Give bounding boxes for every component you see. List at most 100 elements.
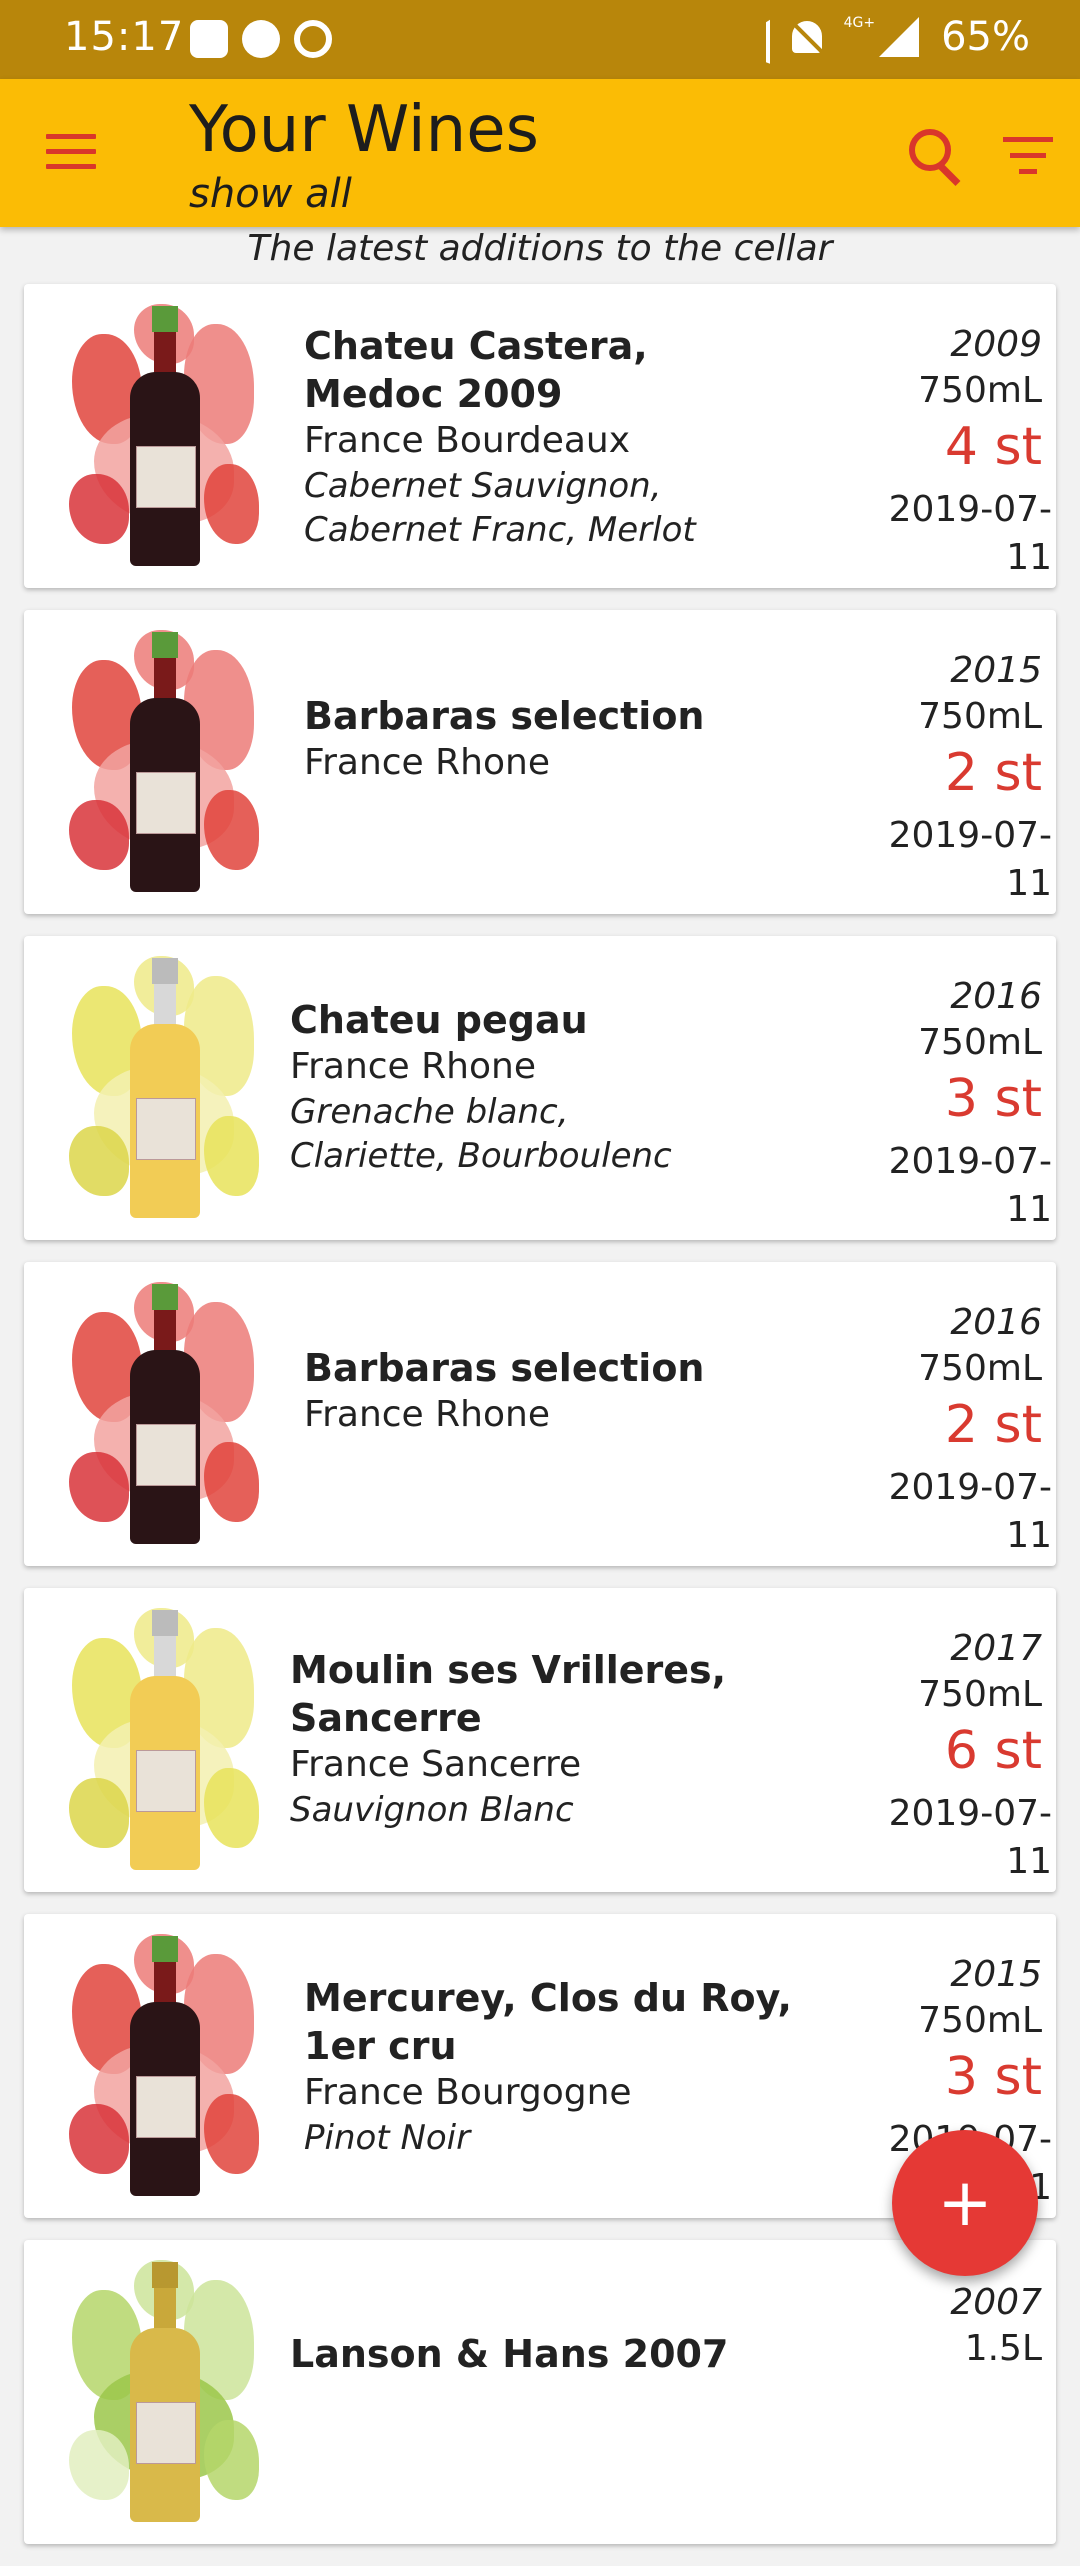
- wine-thumbnail: [64, 294, 264, 578]
- wine-name-cont: Medoc 2009: [304, 372, 563, 416]
- wine-thumbnail: [64, 620, 264, 904]
- splash-shape: [204, 2420, 259, 2500]
- section-caption: The latest additions to the cellar: [247, 228, 833, 269]
- search-icon[interactable]: [905, 125, 965, 186]
- wine-card[interactable]: Lanson & Hans 2007 2007 1.5L: [24, 2240, 1056, 2544]
- wine-grapes-cont: Cabernet Franc, Merlot: [304, 510, 696, 550]
- wine-info: Barbaras selection France Rhone: [304, 1344, 704, 1438]
- mute-icon: [791, 21, 822, 53]
- wine-card[interactable]: Chateu Castera, Medoc 2009 France Bourde…: [24, 284, 1056, 588]
- bottle-count: 2 st: [944, 1395, 1042, 1455]
- signal-icon: [879, 17, 920, 57]
- wine-info: Barbaras selection France Rhone: [304, 692, 704, 786]
- system-icons: 4G+ 65%: [743, 10, 1030, 64]
- added-date: 2019-07-11: [888, 489, 1052, 578]
- wine-thumbnail: [64, 1598, 264, 1882]
- wine-name: Barbaras selection: [304, 694, 705, 738]
- notification-icons: [190, 20, 332, 58]
- wine-year: 2009: [950, 324, 1042, 365]
- wine-name: Chateu pegau: [290, 998, 588, 1042]
- wine-meta: 2017 750mL 6 st 2019-07-11: [852, 1626, 1052, 1886]
- wine-grapes: Pinot Noir: [304, 2118, 471, 2158]
- splash-shape: [69, 2430, 129, 2500]
- menu-icon[interactable]: [46, 134, 96, 174]
- splash-shape: [204, 1442, 259, 1522]
- wine-card[interactable]: Chateu pegau France Rhone Grenache blanc…: [24, 936, 1056, 1240]
- record-icon: [294, 20, 332, 58]
- bottle-count: 3 st: [944, 1069, 1042, 1129]
- app-bar: Your Wines show all: [0, 79, 1080, 227]
- wine-meta: 2007 1.5L: [852, 2280, 1052, 2372]
- wine-card[interactable]: Barbaras selection France Rhone 2015 750…: [24, 610, 1056, 914]
- wine-region: France Rhone: [304, 1394, 550, 1435]
- wine-grapes-cont: Clariette, Bourboulenc: [290, 1136, 672, 1176]
- wine-meta: 2016 750mL 3 st 2019-07-11: [852, 974, 1052, 1234]
- splash-shape: [69, 800, 129, 870]
- wine-thumbnail: [64, 946, 264, 1230]
- bottle-count: 4 st: [944, 417, 1042, 477]
- bottle-count: 6 st: [944, 1721, 1042, 1781]
- bottle-count: 2 st: [944, 743, 1042, 803]
- wine-year: 2016: [950, 976, 1042, 1017]
- wine-card[interactable]: Barbaras selection France Rhone 2016 750…: [24, 1262, 1056, 1566]
- splash-shape: [204, 1116, 259, 1196]
- wine-info: Chateu pegau France Rhone Grenache blanc…: [290, 996, 672, 1178]
- wine-name-cont: Sancerre: [290, 1696, 482, 1740]
- wine-bottle-icon: [130, 1610, 200, 1870]
- wine-meta: 2009 750mL 4 st 2019-07-11: [852, 322, 1052, 582]
- wine-card[interactable]: Moulin ses Vrilleres, Sancerre France Sa…: [24, 1588, 1056, 1892]
- wine-year: 2016: [950, 1302, 1042, 1343]
- splash-shape: [204, 790, 259, 870]
- wine-bottle-icon: [130, 632, 200, 892]
- splash-shape: [204, 464, 259, 544]
- wine-bottle-icon: [130, 306, 200, 566]
- filter-subtitle[interactable]: show all: [189, 171, 352, 217]
- wine-info: Moulin ses Vrilleres, Sancerre France Sa…: [290, 1646, 726, 1832]
- wine-grapes: Cabernet Sauvignon,: [304, 466, 662, 506]
- added-date: 2019-07-11: [888, 1141, 1052, 1230]
- wine-thumbnail: [64, 1272, 264, 1556]
- wine-info: Mercurey, Clos du Roy, 1er cru France Bo…: [304, 1974, 792, 2160]
- status-time: 15:17: [64, 14, 185, 60]
- network-type: 4G+: [843, 15, 876, 31]
- wine-name: Mercurey, Clos du Roy,: [304, 1976, 792, 2020]
- wine-volume: 750mL: [918, 1348, 1042, 1389]
- splash-shape: [69, 1452, 129, 1522]
- splash-shape: [69, 1126, 129, 1196]
- splash-shape: [69, 2104, 129, 2174]
- wine-name: Lanson & Hans 2007: [290, 2332, 729, 2376]
- wine-meta: 2015 750mL 2 st 2019-07-11: [852, 648, 1052, 908]
- wine-bottle-icon: [130, 2262, 200, 2522]
- wine-thumbnail: [64, 1924, 264, 2208]
- added-date: 2019-07-11: [888, 815, 1052, 904]
- splash-shape: [69, 474, 129, 544]
- filter-icon[interactable]: [1000, 137, 1056, 177]
- wine-volume: 750mL: [918, 370, 1042, 411]
- plus-icon: +: [937, 2164, 993, 2241]
- added-date: 2019-07-11: [888, 1467, 1052, 1556]
- splash-shape: [69, 1778, 129, 1848]
- wine-region: France Sancerre: [290, 1744, 582, 1785]
- wine-name: Moulin ses Vrilleres,: [290, 1648, 727, 1692]
- wine-volume: 750mL: [918, 696, 1042, 737]
- wine-grapes: Grenache blanc,: [290, 1092, 569, 1132]
- wine-region: France Bourdeaux: [304, 420, 631, 461]
- wine-name-cont: 1er cru: [304, 2024, 457, 2068]
- wine-meta: 2016 750mL 2 st 2019-07-11: [852, 1300, 1052, 1560]
- wine-region: France Bourgogne: [304, 2072, 632, 2113]
- wine-region: France Rhone: [290, 1046, 536, 1087]
- bluetooth-icon: [743, 10, 770, 64]
- wine-bottle-icon: [130, 1936, 200, 2196]
- wine-volume: 1.5L: [964, 2328, 1042, 2369]
- wine-bottle-icon: [130, 958, 200, 1218]
- splash-shape: [204, 1768, 259, 1848]
- wine-name: Chateu Castera,: [304, 324, 648, 368]
- wine-bottle-icon: [130, 1284, 200, 1544]
- app-notification-icon: [190, 20, 228, 58]
- add-wine-button[interactable]: +: [892, 2130, 1038, 2276]
- wine-name: Barbaras selection: [304, 1346, 705, 1390]
- wine-thumbnail: [64, 2250, 264, 2534]
- wine-year: 2017: [950, 1628, 1042, 1669]
- wine-year: 2015: [950, 1954, 1042, 1995]
- wine-region: France Rhone: [304, 742, 550, 783]
